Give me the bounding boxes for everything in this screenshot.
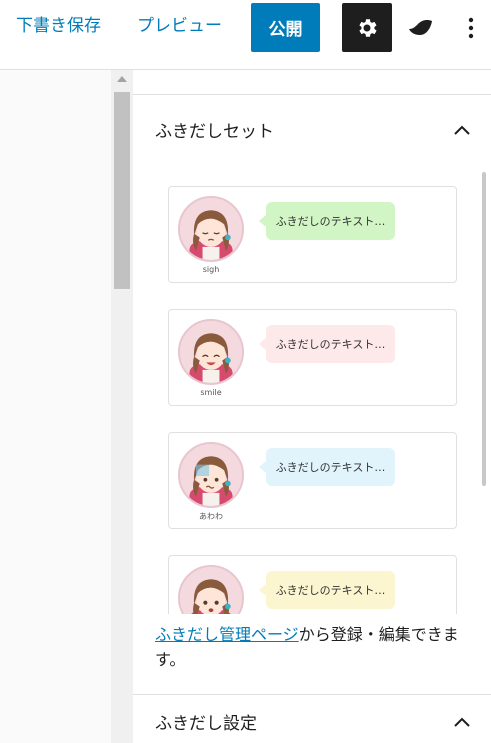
editor-toolbar: 下書き保存 プレビュー 公開 [0, 0, 491, 70]
speech-bubble: ふきだしのテキスト… [259, 202, 395, 240]
scrollbar-thumb[interactable] [114, 92, 130, 289]
editor-scrollbar[interactable] [111, 70, 133, 743]
balloon-card[interactable]: ふきだしのテキスト… [168, 555, 457, 614]
divider [133, 94, 491, 95]
chevron-up-icon [454, 717, 470, 727]
avatar-label: sigh [202, 265, 220, 274]
settings-button[interactable] [342, 3, 392, 52]
vertical-ellipsis-icon [468, 17, 474, 39]
publish-button[interactable]: 公開 [251, 3, 320, 52]
more-options-button[interactable] [461, 12, 481, 44]
balloon-card[interactable]: あわわ ふきだしのテキスト… [168, 432, 457, 529]
panel-title: ふきだし設定 [155, 714, 257, 734]
avatar-label: smile [200, 388, 222, 397]
leaf-icon [409, 20, 432, 35]
save-draft-button[interactable]: 下書き保存 [16, 14, 101, 38]
balloon-settings-panel-toggle[interactable]: ふきだし設定 [133, 694, 491, 743]
avatar [178, 196, 244, 262]
balloon-set-panel-toggle[interactable]: ふきだしセット [133, 103, 491, 159]
balloon-card[interactable]: smile ふきだしのテキスト… [168, 309, 457, 406]
balloon-card[interactable]: sigh ふきだしのテキスト… [168, 186, 457, 283]
speech-bubble: ふきだしのテキスト… [259, 325, 395, 363]
editor-canvas [0, 70, 111, 743]
settings-sidebar: ふきだしセット sigh ふきだしのテキスト… smile ふきだしのテキスト…… [133, 70, 491, 743]
balloon-list-scrollbar[interactable] [482, 172, 486, 486]
avatar [178, 319, 244, 385]
balloon-manage-link[interactable]: ふきだし管理ページ [155, 625, 299, 644]
chevron-up-icon [454, 125, 470, 135]
balloon-list: sigh ふきだしのテキスト… smile ふきだしのテキスト… あわわ ふきだ… [133, 170, 491, 614]
scroll-up-arrow-icon[interactable] [117, 76, 127, 82]
avatar [178, 442, 244, 508]
avatar [178, 565, 244, 614]
balloon-help-text: ふきだし管理ページから登録・編集できます。 [155, 622, 475, 672]
avatar-label: あわわ [199, 512, 223, 521]
gear-icon [359, 18, 377, 37]
panel-title: ふきだしセット [155, 122, 274, 142]
preview-button[interactable]: プレビュー [137, 14, 222, 38]
plugin-button[interactable] [407, 14, 435, 42]
speech-bubble: ふきだしのテキスト… [259, 571, 395, 609]
speech-bubble: ふきだしのテキスト… [259, 448, 395, 486]
